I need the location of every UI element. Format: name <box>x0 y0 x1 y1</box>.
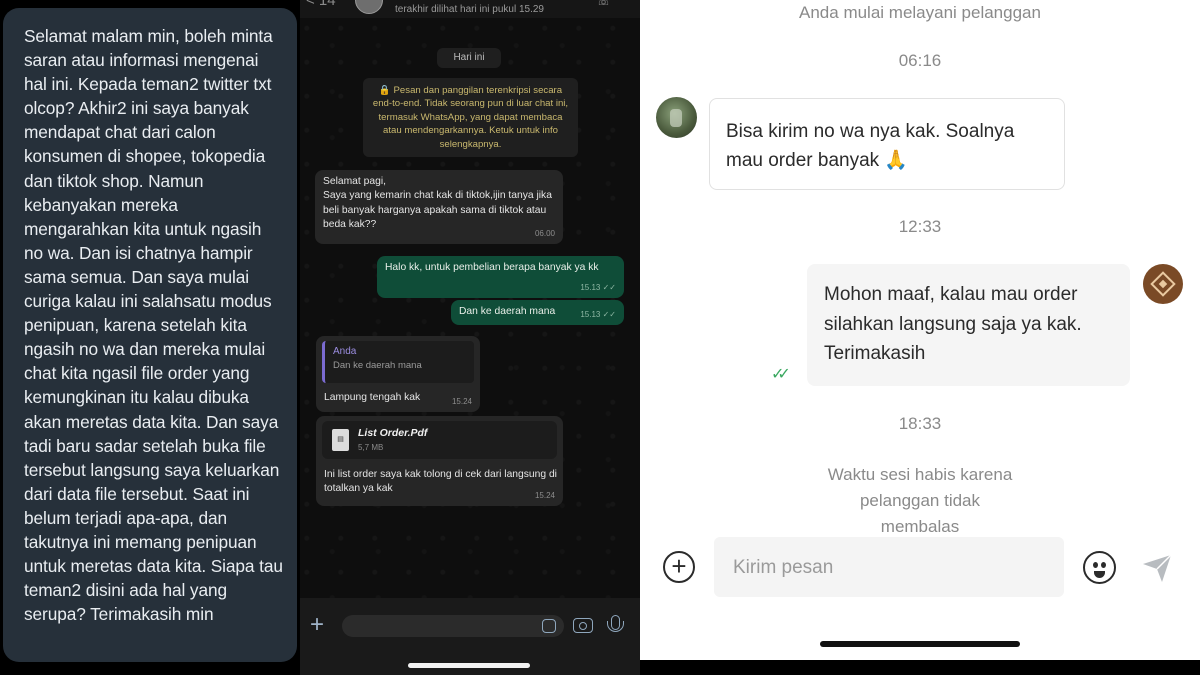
message-time: 06.00 <box>534 228 555 238</box>
message-time: 15.13 ✓✓ <box>580 282 616 292</box>
composer-box[interactable] <box>714 537 1064 597</box>
camera-icon[interactable] <box>573 618 593 633</box>
seller-avatar[interactable] <box>1143 264 1183 304</box>
back-button[interactable]: < 14 <box>306 0 336 9</box>
timestamp: 06:16 <box>898 51 942 70</box>
message-bubble-outgoing[interactable]: Halo kk, untuk pembelian berapa banyak y… <box>377 256 624 298</box>
whatsapp-header: < 14 terakhir dilihat hari ini pukul 15.… <box>300 0 640 18</box>
microphone-icon[interactable] <box>607 615 624 632</box>
message-input[interactable] <box>733 556 1053 580</box>
home-indicator <box>408 663 530 668</box>
seller-message[interactable]: Mohon maaf, kalau mau order silahkan lan… <box>807 264 1130 386</box>
add-attachment-button[interactable]: + <box>663 551 695 583</box>
customer-avatar[interactable] <box>656 97 697 138</box>
message-bubble-file[interactable]: ▤ List Order.Pdf 5,7 MB Ini list order s… <box>316 416 563 506</box>
date-label: Hari ini <box>437 48 501 68</box>
file-name: List Order.Pdf <box>358 427 428 439</box>
message-bubble-incoming[interactable]: Selamat pagi, Saya yang kemarin chat kak… <box>315 170 563 244</box>
message-text: Selamat pagi, Saya yang kemarin chat kak… <box>323 176 552 230</box>
message-time: 15.24 <box>451 396 472 406</box>
plus-icon[interactable]: + <box>310 612 324 638</box>
message-time: 15.24 <box>534 490 555 500</box>
home-indicator <box>820 641 1020 647</box>
whatsapp-panel: < 14 terakhir dilihat hari ini pukul 15.… <box>300 0 640 675</box>
contact-avatar[interactable] <box>355 0 383 14</box>
tweet-panel: Selamat malam min, boleh minta saran ata… <box>0 0 300 675</box>
tweet-card: Selamat malam min, boleh minta saran ata… <box>3 8 297 662</box>
message-input[interactable] <box>342 615 564 637</box>
message-bubble-reply[interactable]: Anda Dan ke daerah mana Lampung tengah k… <box>316 336 480 412</box>
message-text: Halo kk, untuk pembelian berapa banyak y… <box>385 262 599 273</box>
file-attachment[interactable]: ▤ List Order.Pdf 5,7 MB <box>322 421 557 459</box>
last-seen-status: terakhir dilihat hari ini pukul 15.29 <box>395 4 544 15</box>
read-check-icon: ✓✓ <box>771 366 791 383</box>
pdf-file-icon: ▤ <box>332 429 349 451</box>
send-icon[interactable] <box>1140 552 1174 584</box>
message-bubble-outgoing[interactable]: Dan ke daerah mana 15.13 ✓✓ <box>451 300 624 325</box>
timestamp: 12:33 <box>898 217 942 236</box>
quote-text: Dan ke daerah mana <box>333 360 422 371</box>
session-ended-notice: Waktu sesi habis karena pelanggan tidak … <box>640 462 1200 540</box>
customer-message[interactable]: Bisa kirim no wa nya kak. Soalnya mau or… <box>709 98 1065 190</box>
session-ended-text: Waktu sesi habis karena pelanggan tidak … <box>827 465 1013 536</box>
phone-icon[interactable]: ☏ <box>596 0 611 8</box>
tweet-text: Selamat malam min, boleh minta saran ata… <box>24 26 283 625</box>
emoji-icon[interactable] <box>1083 551 1116 584</box>
timestamp: 18:33 <box>898 414 942 433</box>
whatsapp-input-bar: + <box>300 598 640 675</box>
quoted-message[interactable]: Anda Dan ke daerah mana <box>322 341 474 383</box>
sticker-icon[interactable] <box>542 619 556 633</box>
message-time: 15.13 ✓✓ <box>580 309 616 319</box>
screenshot-collage: Selamat malam min, boleh minta saran ata… <box>0 0 1200 675</box>
shopee-chat-panel: Anda mulai melayani pelanggan 06:16 Bisa… <box>640 0 1200 660</box>
quote-author: Anda <box>333 346 357 357</box>
encryption-notice[interactable]: 🔒 Pesan dan panggilan terenkripsi secara… <box>363 78 578 158</box>
session-started-notice: Anda mulai melayani pelanggan <box>799 3 1041 22</box>
bottom-strip <box>640 660 1200 675</box>
whatsapp-chat-area[interactable]: Hari ini 🔒 Pesan dan panggilan terenkrip… <box>300 18 640 598</box>
file-size: 5,7 MB <box>358 443 384 452</box>
message-text: Ini list order saya kak tolong di cek da… <box>324 469 557 495</box>
shop-logo-icon <box>1150 271 1176 297</box>
